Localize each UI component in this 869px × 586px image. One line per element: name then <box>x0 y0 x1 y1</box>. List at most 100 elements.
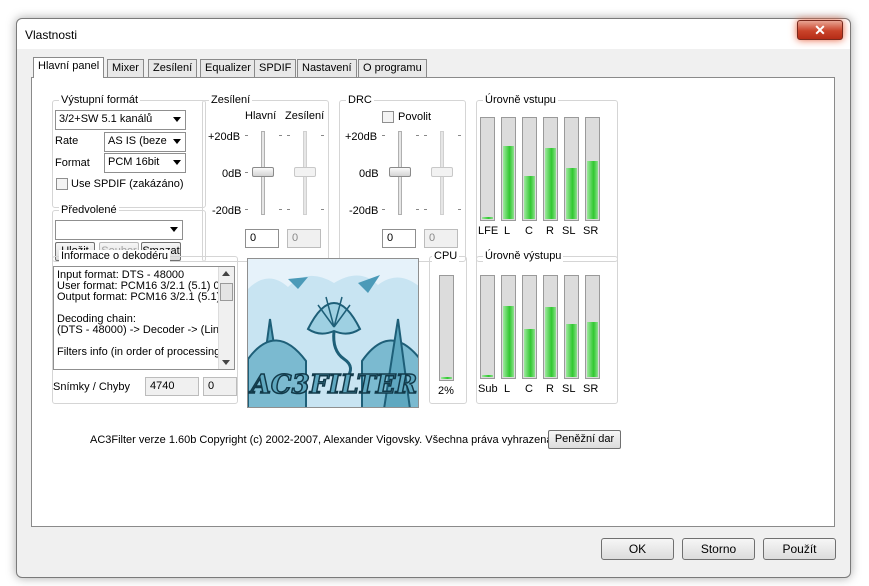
tick-mark <box>321 209 324 210</box>
chevron-down-icon <box>173 160 181 165</box>
drc-slider-1[interactable] <box>389 167 411 177</box>
chevron-down-icon <box>170 227 178 232</box>
input-level-meter-fill <box>545 148 556 219</box>
cpu-group: CPU 2% <box>429 250 467 404</box>
tick-mark <box>424 209 427 210</box>
title-bar: Vlastnosti ✕ <box>17 19 850 49</box>
input-level-meter-fill <box>524 176 535 219</box>
output-level-meter-c <box>522 275 537 379</box>
input-level-meter-fill <box>482 217 493 219</box>
close-button[interactable]: ✕ <box>797 20 843 40</box>
scroll-thumb[interactable] <box>220 283 233 301</box>
frames-count: 4740 <box>145 377 199 396</box>
output-level-meter-fill <box>482 375 493 377</box>
gain-group: Zesílení Hlavní Zesílení +20dB 0dB -20dB… <box>202 94 329 262</box>
input-level-channel-label: SR <box>583 225 599 237</box>
output-level-meter-fill <box>503 306 514 377</box>
cpu-meter-fill <box>441 377 452 379</box>
frames-errors-label: Snímky / Chyby <box>53 381 131 393</box>
cancel-button[interactable]: Storno <box>682 538 755 560</box>
output-levels-label: Úrovně výstupu <box>483 250 564 262</box>
output-level-channel-label: C <box>525 383 533 395</box>
input-levels-group: Úrovně vstupu LFE L C R SL SR <box>476 94 618 262</box>
tab-gain[interactable]: Zesílení <box>148 59 198 77</box>
apply-button[interactable]: Použít <box>763 538 836 560</box>
tick-mark <box>287 135 290 136</box>
decoder-info-text[interactable]: Input format: DTS - 48000 User format: PC… <box>53 266 235 370</box>
input-level-meter-lfe <box>480 117 495 221</box>
output-level-meter-fill <box>566 324 577 377</box>
cpu-label: CPU <box>432 250 460 262</box>
input-level-meter-l <box>501 117 516 221</box>
input-level-meter-c <box>522 117 537 221</box>
drc-scale-mid: 0dB <box>359 168 379 180</box>
tick-mark <box>245 172 248 173</box>
ok-button[interactable]: OK <box>601 538 674 560</box>
gain-scale-top: +20dB <box>208 131 241 143</box>
output-level-meter-sr <box>585 275 600 379</box>
tick-mark <box>245 135 248 136</box>
gain-gain-input[interactable]: 0 <box>287 229 321 248</box>
drc-scale-top: +20dB <box>345 131 378 143</box>
gain-main-input[interactable]: 0 <box>245 229 279 248</box>
gain-scale-mid: 0dB <box>222 168 242 180</box>
drc-input-1[interactable]: 0 <box>382 229 416 248</box>
drc-enable-checkbox[interactable] <box>382 111 394 123</box>
output-level-meter-sl <box>564 275 579 379</box>
tab-settings[interactable]: Nastavení <box>297 59 357 77</box>
tick-mark <box>382 209 385 210</box>
cpu-percent: 2% <box>438 385 454 397</box>
presets-label: Předvolené <box>59 204 119 216</box>
format-label: Format <box>55 157 90 169</box>
window-title: Vlastnosti <box>25 28 78 42</box>
gain-main-slider[interactable] <box>252 167 274 177</box>
properties-window: Vlastnosti ✕ Hlavní panel Mixer Zesílení… <box>16 18 851 578</box>
input-level-meter-fill <box>566 168 577 219</box>
preset-select[interactable] <box>55 220 183 240</box>
drc-slider-2[interactable] <box>431 167 453 177</box>
decoder-info-line: Output format: PCM16 3/2.1 (5.1) <box>57 291 221 303</box>
input-level-meter-r <box>543 117 558 221</box>
tick-mark <box>245 209 248 210</box>
input-level-channel-label: L <box>504 225 511 237</box>
tick-mark <box>321 135 324 136</box>
input-level-channel-label: C <box>525 225 533 237</box>
output-level-meter-sub <box>480 275 495 379</box>
input-level-meter-sl <box>564 117 579 221</box>
rate-label: Rate <box>55 135 79 147</box>
tick-mark <box>416 135 419 136</box>
rate-select[interactable]: AS IS (beze <box>104 132 186 152</box>
tab-about[interactable]: O programu <box>358 59 427 77</box>
sample-format-value: PCM 16bit <box>108 156 160 168</box>
gain-label: Zesílení <box>209 94 253 106</box>
tab-equalizer[interactable]: Equalizer <box>200 59 256 77</box>
tab-spdif[interactable]: SPDIF <box>254 59 297 77</box>
input-levels-label: Úrovně vstupu <box>483 94 558 106</box>
output-format-label: Výstupní formát <box>59 94 141 106</box>
tab-main-panel[interactable]: Hlavní panel <box>33 57 105 78</box>
decoder-info-scrollbar[interactable] <box>218 267 234 369</box>
logo-text: AC3FILTER <box>248 370 417 400</box>
input-level-channel-label: LFE <box>478 225 499 237</box>
input-level-meter-fill <box>503 146 514 219</box>
use-spdif-checkbox[interactable] <box>56 178 68 190</box>
donate-button[interactable]: Peněžní dar <box>548 430 621 449</box>
drc-input-2[interactable]: 0 <box>424 229 458 248</box>
scroll-down-icon[interactable] <box>222 360 230 365</box>
errors-count: 0 <box>203 377 237 396</box>
output-format-group: Výstupní formát 3/2+SW 5.1 kanálů Rate A… <box>52 94 206 208</box>
tab-mixer[interactable]: Mixer <box>107 59 144 77</box>
tick-mark <box>279 209 282 210</box>
tick-mark <box>458 209 461 210</box>
scroll-up-icon[interactable] <box>222 271 230 276</box>
output-format-select[interactable]: 3/2+SW 5.1 kanálů <box>55 110 186 130</box>
main-panel: Výstupní formát 3/2+SW 5.1 kanálů Rate A… <box>31 77 835 527</box>
decoder-info-line: Filters info (in order of processing): <box>57 346 227 358</box>
output-level-meter-fill <box>587 322 598 377</box>
output-level-meter-fill <box>524 329 535 377</box>
decoder-info-line: (DTS - 48000) -> Decoder -> (Line <box>57 324 226 336</box>
sample-format-select[interactable]: PCM 16bit <box>104 153 186 173</box>
gain-gain-slider[interactable] <box>294 167 316 177</box>
output-level-meter-l <box>501 275 516 379</box>
output-levels-group: Úrovně výstupu Sub L C R SL SR <box>476 250 618 404</box>
